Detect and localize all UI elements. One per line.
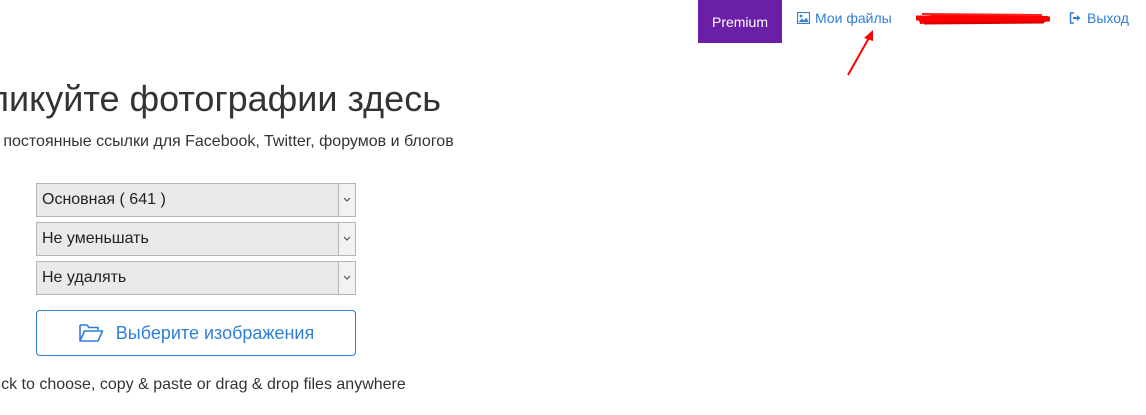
page: Premium Мои файлы Выход ликуйте фотограф… [0,0,1146,415]
album-select-value: Основная ( 641 ) [42,191,166,208]
album-select[interactable]: Основная ( 641 ) [36,183,356,217]
logout-link[interactable]: Выход [1068,0,1129,36]
chevron-down-icon [338,262,355,294]
image-icon [796,11,810,25]
upload-hint: lick to choose, copy & paste or drag & d… [0,376,406,393]
top-nav: Premium Мои файлы Выход [0,0,1146,43]
choose-images-label: Выберите изображения [115,322,315,343]
chevron-down-icon [338,184,355,216]
delete-select-value: Не удалять [42,269,127,286]
page-title: ликуйте фотографии здесь [0,78,441,119]
chevron-down-icon [338,223,355,255]
folder-open-icon [78,322,104,344]
choose-images-button[interactable]: Выберите изображения [36,310,356,356]
page-subtitle: е постоянные ссылки для Facebook, Twitte… [0,133,454,150]
resize-select-value: Не уменьшать [42,230,149,247]
sign-out-icon [1068,11,1082,25]
premium-button[interactable]: Premium [698,0,782,43]
my-files-label: Мои файлы [815,10,892,26]
delete-select[interactable]: Не удалять [36,261,356,295]
logout-label: Выход [1087,10,1129,26]
annotation-arrow [842,26,878,78]
resize-select[interactable]: Не уменьшать [36,222,356,256]
redacted-username [914,8,1052,30]
